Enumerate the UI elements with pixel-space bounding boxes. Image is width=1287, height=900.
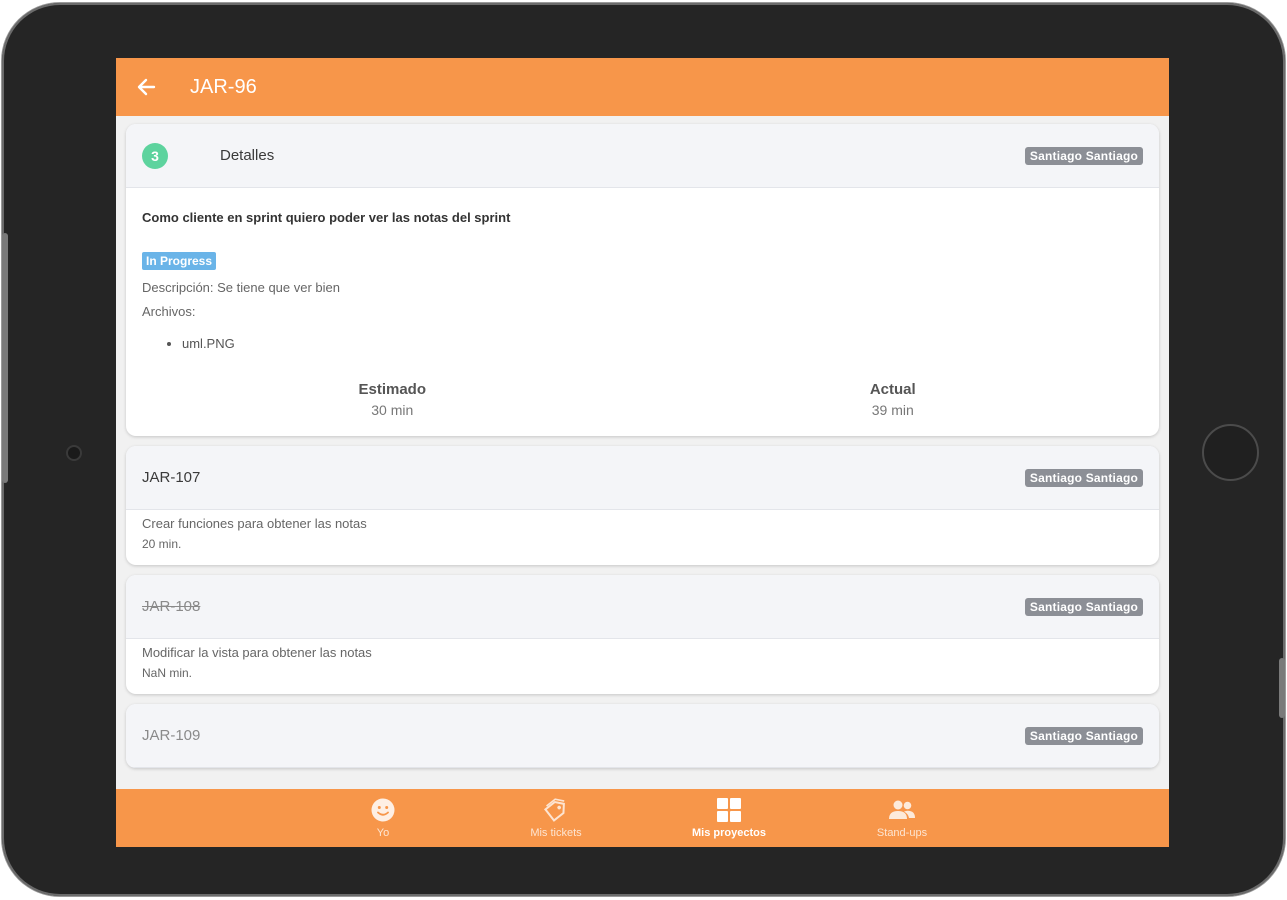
home-button[interactable] bbox=[1202, 424, 1259, 481]
tab-yo[interactable]: Yo bbox=[297, 789, 470, 847]
arrow-back-icon bbox=[137, 78, 156, 96]
status-badge: In Progress bbox=[142, 252, 217, 270]
details-label: Detalles bbox=[220, 147, 275, 164]
task-description: Crear funciones para obtener las notas bbox=[142, 516, 367, 531]
task-description: Modificar la vista para obtener las nota… bbox=[142, 645, 372, 660]
task-minutes: NaN min. bbox=[142, 666, 193, 680]
file-list: uml.PNG bbox=[182, 336, 1143, 351]
tab-stand-ups[interactable]: Stand-ups bbox=[816, 789, 989, 847]
bottom-tab-bar: Yo Mis tickets Mis proyectos Stand-ups bbox=[116, 789, 1169, 847]
app-bar: JAR-96 bbox=[116, 58, 1169, 116]
tab-label: Mis proyectos bbox=[692, 827, 766, 839]
estimated-value: 30 min bbox=[371, 402, 414, 418]
tab-mis-proyectos[interactable]: Mis proyectos bbox=[643, 789, 816, 847]
assignee-chip: Santiago Santiago bbox=[1024, 597, 1143, 616]
details-header[interactable]: 3 Detalles Santiago Santiago bbox=[126, 124, 1159, 188]
tab-label: Stand-ups bbox=[876, 827, 928, 839]
task-id: JAR-107 bbox=[142, 469, 201, 486]
description: Descripción: Se tiene que ver bien bbox=[142, 280, 341, 295]
task-header[interactable]: JAR-108 Santiago Santiago bbox=[126, 575, 1159, 639]
camera bbox=[66, 445, 82, 461]
assignee-chip: Santiago Santiago bbox=[1024, 726, 1143, 745]
assignee-chip: Santiago Santiago bbox=[1024, 146, 1143, 165]
page-title: JAR-96 bbox=[190, 75, 257, 98]
app-screen: JAR-96 3 Detalles Santiago Santiago Como… bbox=[116, 58, 1169, 847]
tab-label: Mis tickets bbox=[530, 827, 582, 839]
task-minutes: 20 min. bbox=[142, 537, 182, 551]
task-id: JAR-109 bbox=[142, 727, 201, 744]
side-button bbox=[2, 233, 8, 483]
task-header[interactable]: JAR-109 Santiago Santiago bbox=[126, 704, 1159, 768]
back-button[interactable] bbox=[132, 73, 160, 101]
task-count-badge: 3 bbox=[142, 142, 168, 169]
estimated-label: Estimado bbox=[358, 381, 426, 398]
side-button bbox=[1279, 658, 1285, 718]
actual-value: 39 min bbox=[871, 402, 914, 418]
task-card[interactable]: JAR-109 Santiago Santiago bbox=[126, 704, 1159, 768]
story-title: Como cliente en sprint quiero poder ver … bbox=[142, 210, 511, 225]
tab-label: Yo bbox=[376, 827, 390, 839]
tab-mis-tickets[interactable]: Mis tickets bbox=[470, 789, 643, 847]
task-header[interactable]: JAR-107 Santiago Santiago bbox=[126, 446, 1159, 510]
details-card: 3 Detalles Santiago Santiago Como client… bbox=[126, 124, 1159, 436]
task-card[interactable]: JAR-107 Santiago Santiago Crear funcione… bbox=[126, 446, 1159, 565]
tag-icon bbox=[543, 798, 565, 822]
face-icon bbox=[371, 798, 395, 822]
ticket-content[interactable]: 3 Detalles Santiago Santiago Como client… bbox=[116, 116, 1169, 789]
time-summary: Estimado 30 min Actual 39 min bbox=[142, 381, 1143, 418]
file-link[interactable]: uml.PNG bbox=[182, 336, 1143, 351]
actual-label: Actual bbox=[869, 381, 916, 398]
task-card[interactable]: JAR-108 Santiago Santiago Modificar la v… bbox=[126, 575, 1159, 694]
files-label: Archivos: bbox=[142, 304, 196, 319]
task-id: JAR-108 bbox=[142, 598, 201, 615]
grid-icon bbox=[717, 798, 741, 822]
people-icon bbox=[889, 800, 915, 819]
assignee-chip: Santiago Santiago bbox=[1024, 468, 1143, 487]
